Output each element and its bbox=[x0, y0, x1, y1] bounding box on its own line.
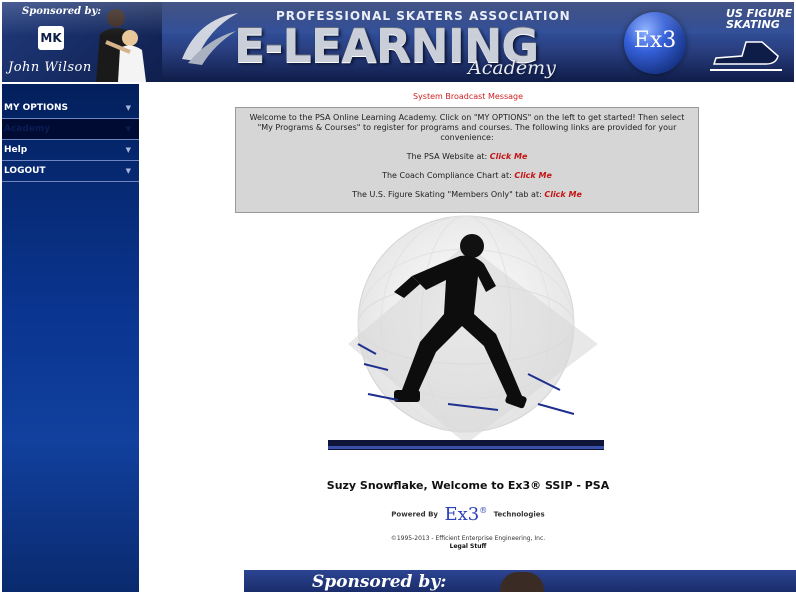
sidebar-item-label: Help bbox=[4, 145, 28, 155]
powered-by-label: Powered By bbox=[391, 510, 438, 519]
sidebar: MY OPTIONS ▼ Academy ▼ Help ▼ LOGOUT ▼ bbox=[2, 84, 139, 592]
ex3-powered-logo: Ex3® bbox=[444, 504, 488, 525]
sidebar-item-label: Academy bbox=[4, 124, 51, 134]
coach-compliance-line: The Coach Compliance Chart at: Click Me bbox=[244, 171, 690, 181]
usfs-logo-text: US FIGURE SKATING bbox=[726, 7, 793, 31]
welcome-message: Suzy Snowflake, Welcome to Ex3® SSIP - P… bbox=[326, 479, 610, 492]
sponsor-block: Sponsored by: MK John Wilson bbox=[2, 2, 162, 82]
ex3-logo-text: Ex3 bbox=[633, 28, 677, 53]
elearning-title-block: PROFESSIONAL SKATERS ASSOCIATION E-LEARN… bbox=[178, 5, 578, 81]
sponsored-by-label: Sponsored by: bbox=[22, 6, 102, 17]
skate-swoosh-icon bbox=[182, 13, 238, 65]
sidebar-item-logout[interactable]: LOGOUT ▼ bbox=[2, 161, 139, 182]
chevron-down-icon: ▼ bbox=[125, 104, 131, 112]
link-prefix: The Coach Compliance Chart at: bbox=[382, 171, 512, 180]
footer-sponsored-label: Sponsored by: bbox=[312, 572, 447, 592]
broadcast-message-box: Welcome to the PSA Online Learning Acade… bbox=[235, 107, 699, 213]
legal-stuff-link[interactable]: Legal Stuff bbox=[140, 543, 796, 551]
us-figure-skating-logo: US FIGURE SKATING bbox=[706, 6, 794, 78]
psa-website-link[interactable]: Click Me bbox=[490, 152, 528, 161]
members-only-line: The U.S. Figure Skating "Members Only" t… bbox=[244, 190, 690, 200]
technologies-label: Technologies bbox=[493, 510, 545, 519]
copyright-text: ©1995-2013 - Efficient Enterprise Engine… bbox=[390, 535, 546, 542]
sidebar-item-label: LOGOUT bbox=[4, 166, 46, 176]
link-prefix: The U.S. Figure Skating "Members Only" t… bbox=[352, 190, 542, 199]
link-prefix: The PSA Website at: bbox=[406, 152, 488, 161]
coach-compliance-link[interactable]: Click Me bbox=[514, 171, 552, 180]
broadcast-title: System Broadcast Message bbox=[412, 92, 524, 101]
sidebar-item-academy[interactable]: Academy ▼ bbox=[2, 119, 139, 140]
header-banner: Sponsored by: MK John Wilson PROFESSIONA… bbox=[2, 2, 794, 82]
skater-silhouette-image bbox=[328, 215, 604, 450]
sidebar-item-label: MY OPTIONS bbox=[4, 103, 69, 113]
john-wilson-signature: John Wilson bbox=[8, 60, 92, 75]
psa-website-line: The PSA Website at: Click Me bbox=[244, 152, 690, 162]
academy-subtitle: Academy bbox=[468, 57, 556, 79]
footer-sponsor-banner: Sponsored by: bbox=[244, 570, 796, 592]
broadcast-intro: Welcome to the PSA Online Learning Acade… bbox=[249, 113, 685, 142]
skate-icon bbox=[710, 41, 782, 71]
sidebar-item-help[interactable]: Help ▼ bbox=[2, 140, 139, 161]
skaters-photo bbox=[96, 9, 146, 82]
main-content: System Broadcast Message Welcome to the … bbox=[140, 84, 796, 592]
ex3-logo: Ex3 bbox=[624, 12, 686, 74]
footer-sponsor-photo bbox=[500, 572, 544, 592]
chevron-down-icon: ▼ bbox=[125, 167, 131, 175]
sidebar-item-my-options[interactable]: MY OPTIONS ▼ bbox=[2, 98, 139, 119]
powered-by-line: Powered By Ex3® Technologies bbox=[140, 504, 796, 525]
sidebar-menu: MY OPTIONS ▼ Academy ▼ Help ▼ LOGOUT ▼ bbox=[2, 98, 139, 182]
members-only-link[interactable]: Click Me bbox=[544, 190, 582, 199]
chevron-down-icon: ▼ bbox=[125, 125, 131, 133]
chevron-down-icon: ▼ bbox=[125, 146, 131, 154]
mk-logo: MK bbox=[38, 26, 64, 50]
copyright-block: ©1995-2013 - Efficient Enterprise Engine… bbox=[140, 535, 796, 551]
psa-line: PROFESSIONAL SKATERS ASSOCIATION bbox=[276, 9, 571, 23]
